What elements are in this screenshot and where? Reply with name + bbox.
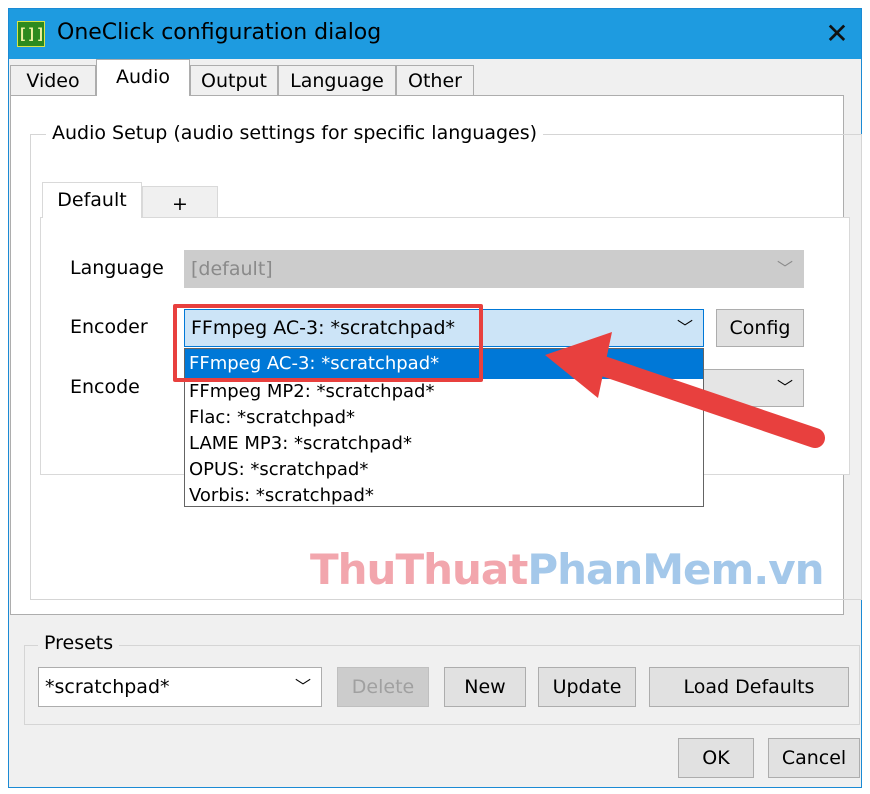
red-arrow-icon <box>545 332 825 448</box>
